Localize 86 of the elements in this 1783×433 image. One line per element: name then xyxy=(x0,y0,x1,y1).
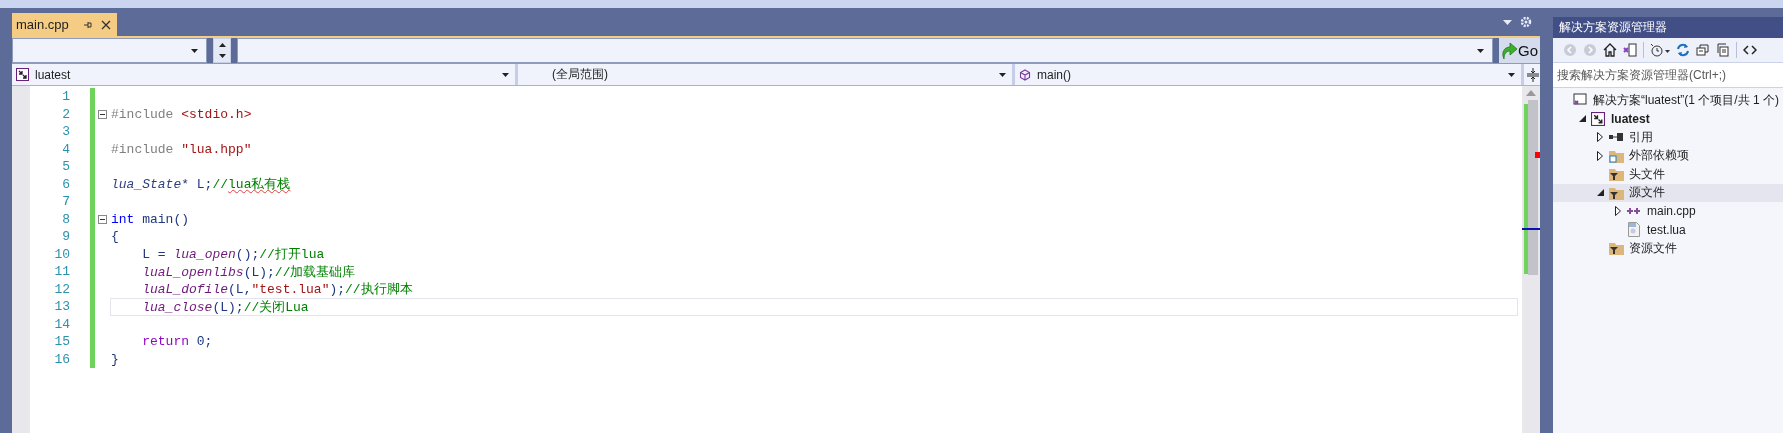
solution-view-icon[interactable] xyxy=(1623,43,1637,57)
tree-item[interactable]: 资源文件 xyxy=(1553,239,1783,258)
code-line: #include <stdio.h> xyxy=(111,106,252,122)
expanded-arrow-icon[interactable] xyxy=(1596,189,1604,197)
collapsed-arrow-icon[interactable] xyxy=(1597,132,1603,143)
settings-icon[interactable] xyxy=(1520,16,1532,28)
line-number: 2 xyxy=(61,106,70,122)
tree-item[interactable]: 引用 xyxy=(1553,128,1783,147)
close-icon[interactable] xyxy=(100,19,111,30)
caret-icon xyxy=(999,72,1006,77)
collapsed-arrow-icon[interactable] xyxy=(1615,206,1621,217)
file-icon xyxy=(1628,222,1640,238)
caret-icon xyxy=(502,72,509,77)
dropdown-field[interactable] xyxy=(237,38,1493,63)
project-icon xyxy=(1591,111,1605,126)
line-number: 10 xyxy=(53,246,70,262)
collapse-icon[interactable] xyxy=(98,109,107,119)
code-line: #include "lua.hpp" xyxy=(111,141,252,157)
filter-folder-icon xyxy=(1608,241,1624,256)
filter-folder-icon xyxy=(1608,185,1624,200)
cpp-file-icon xyxy=(1627,206,1641,217)
line-number: 13 xyxy=(53,299,70,315)
expanded-arrow-icon[interactable] xyxy=(1578,115,1586,123)
collapse-icon[interactable] xyxy=(98,214,107,224)
caret-icon xyxy=(1508,72,1515,77)
line-number: 4 xyxy=(61,141,70,157)
line-number: 6 xyxy=(61,176,70,192)
line-number: 15 xyxy=(53,334,70,350)
line-number: 12 xyxy=(53,281,70,297)
line-number: 1 xyxy=(61,89,70,105)
up-icon xyxy=(218,42,226,47)
search-field[interactable]: 搜索解决方案资源管理器(Ctrl+;) xyxy=(1553,62,1783,88)
spin-button[interactable] xyxy=(213,38,231,63)
home-icon[interactable] xyxy=(1603,43,1617,57)
editor-tab[interactable]: main.cpp xyxy=(12,13,117,36)
collapsed-arrow-icon[interactable] xyxy=(1597,150,1603,161)
code-line: { xyxy=(111,229,119,245)
project-icon xyxy=(16,68,29,81)
pin-icon[interactable] xyxy=(82,19,93,30)
line-number: 7 xyxy=(61,194,70,210)
code-icon[interactable] xyxy=(1743,43,1757,57)
dropdown-icon[interactable] xyxy=(1503,19,1512,25)
panel-title: 解决方案资源管理器 xyxy=(1553,17,1783,38)
line-number: 5 xyxy=(61,159,70,175)
line-number: 9 xyxy=(61,229,70,245)
line-number: 11 xyxy=(53,264,70,280)
code-line: lua_close(L);//关闭Lua xyxy=(141,298,309,316)
tree-item[interactable]: 头文件 xyxy=(1553,165,1783,184)
line-number: 3 xyxy=(61,124,70,140)
tree-item[interactable]: test.lua xyxy=(1553,220,1783,239)
filter-folder-icon xyxy=(1608,167,1624,182)
error-marker xyxy=(1535,152,1540,158)
history-icon[interactable] xyxy=(1650,43,1670,57)
tree-item[interactable]: 解决方案“luatest”(1 个项目/共 1 个) xyxy=(1553,91,1783,110)
references-icon xyxy=(1609,133,1623,142)
tree-item[interactable]: 源文件 xyxy=(1553,183,1783,202)
folder-icon xyxy=(1608,148,1624,163)
refresh-icon[interactable] xyxy=(1676,43,1690,57)
line-number: 14 xyxy=(53,316,70,332)
tree-item[interactable]: 外部依赖项 xyxy=(1553,146,1783,165)
go-arrow-icon xyxy=(1501,41,1517,60)
code-line: } xyxy=(111,351,119,367)
line-number: 8 xyxy=(61,211,70,227)
code-line: L = lua_open();//打开lua xyxy=(141,246,325,264)
code-line: int main() xyxy=(111,211,189,227)
tree-item[interactable]: luatest xyxy=(1553,109,1783,128)
collapse-all-icon[interactable] xyxy=(1696,43,1710,57)
scrollbar[interactable] xyxy=(1522,86,1540,433)
split-icon[interactable] xyxy=(1527,67,1539,82)
solution-icon xyxy=(1573,93,1587,108)
line-number: 16 xyxy=(53,351,70,367)
caret-icon xyxy=(1477,48,1484,53)
cube-icon xyxy=(1019,68,1031,81)
dropdown-field[interactable] xyxy=(12,38,207,63)
code-line: lua_State* L;//lua私有栈 xyxy=(111,176,291,194)
code-line: luaL_dofile(L,"test.lua");//执行脚本 xyxy=(141,281,413,299)
down-icon xyxy=(218,54,226,59)
caret-position-marker xyxy=(1522,228,1540,230)
search-input[interactable]: 搜索解决方案资源管理器(Ctrl+;) xyxy=(1553,67,1783,83)
copy-icon[interactable] xyxy=(1716,43,1730,57)
tree-item[interactable]: main.cpp xyxy=(1553,202,1783,221)
go-button[interactable]: Go xyxy=(1499,38,1540,63)
caret-icon xyxy=(191,48,198,53)
code-line: luaL_openlibs(L);//加载基础库 xyxy=(141,263,356,281)
scroll-thumb[interactable] xyxy=(1528,100,1538,275)
code-line: return 0; xyxy=(141,334,213,350)
